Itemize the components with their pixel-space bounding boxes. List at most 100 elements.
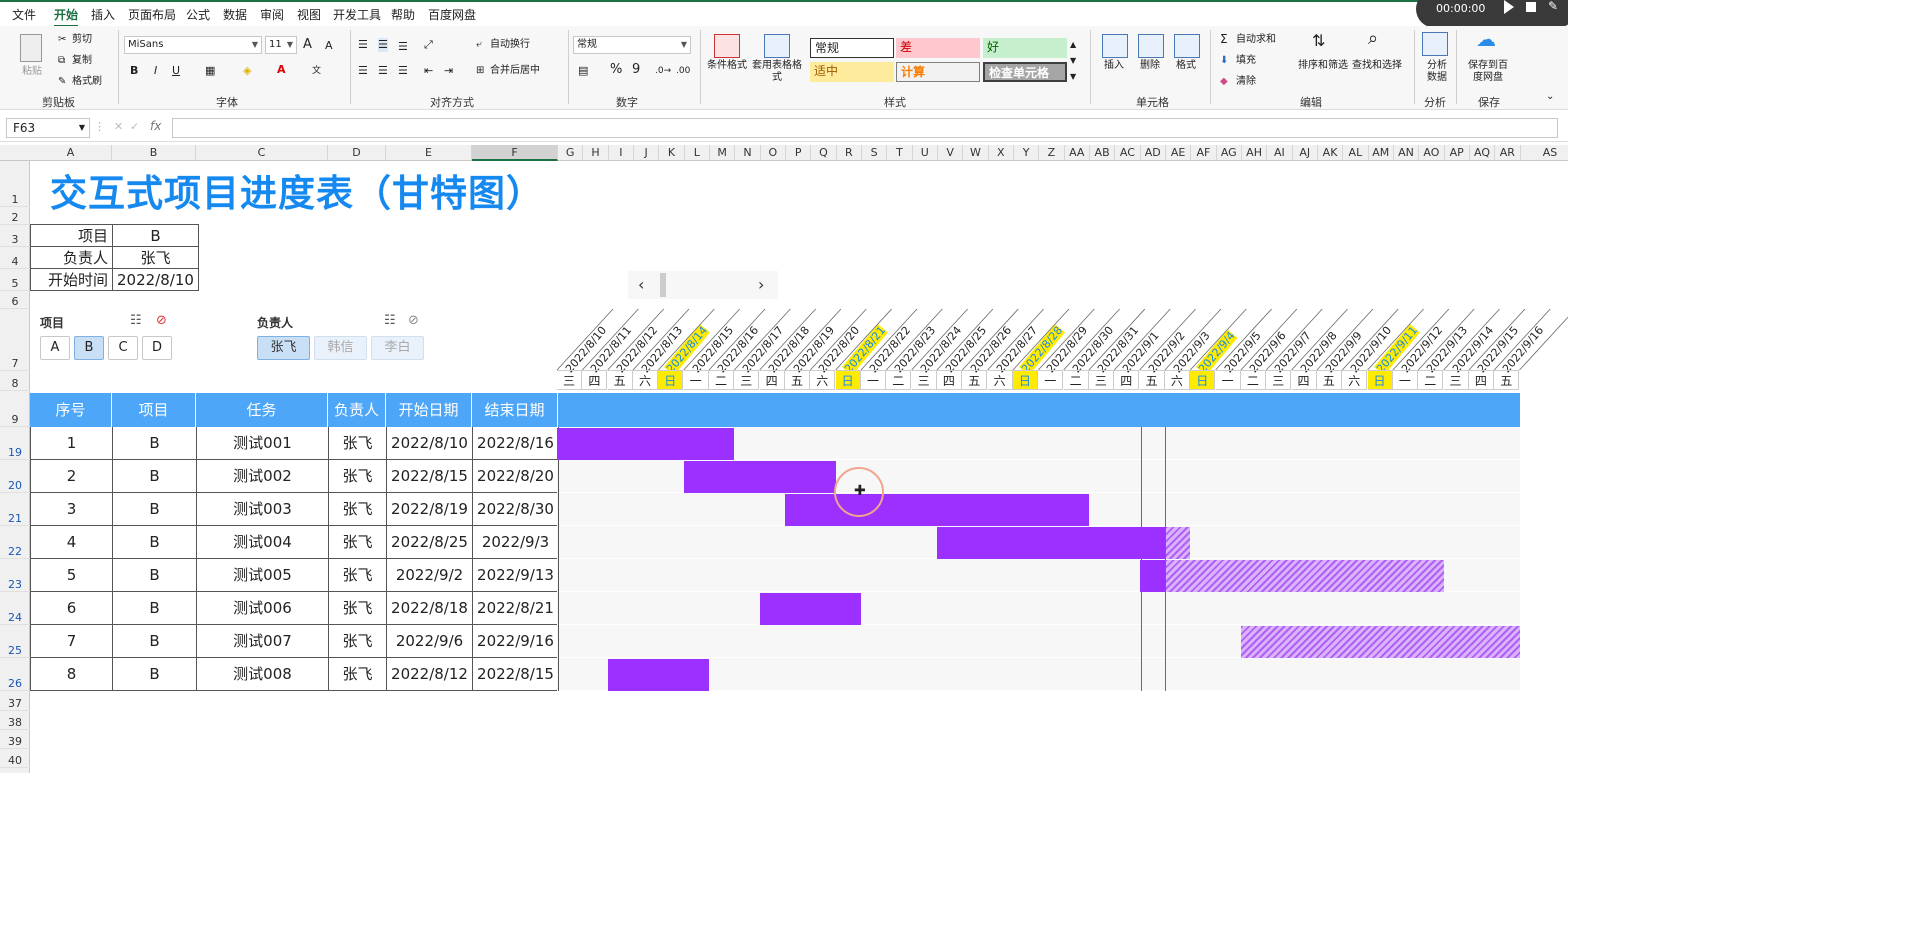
column-header-AE[interactable]: AE: [1166, 145, 1192, 161]
column-header-AL[interactable]: AL: [1343, 145, 1369, 161]
collapse-ribbon-icon[interactable]: ⌄: [1546, 90, 1554, 104]
column-header-AN[interactable]: AN: [1394, 145, 1420, 161]
style-calc[interactable]: 计算: [896, 62, 980, 82]
column-header-G[interactable]: G: [558, 145, 584, 161]
column-header-S[interactable]: S: [862, 145, 888, 161]
cell-no[interactable]: 2: [31, 460, 113, 493]
table-row[interactable]: 6 B 测试006 张飞 2022/8/18 2022/8/21: [30, 592, 559, 625]
column-header-AB[interactable]: AB: [1090, 145, 1116, 161]
orientation-icon[interactable]: ⤢: [424, 38, 433, 52]
cell-owner[interactable]: 张飞: [329, 427, 387, 460]
eraser-icon[interactable]: ◆: [1220, 76, 1228, 88]
table-row[interactable]: 2 B 测试002 张飞 2022/8/15 2022/8/20: [30, 460, 559, 493]
paste-button[interactable]: 粘贴: [22, 66, 42, 78]
info-owner-value[interactable]: 张飞: [112, 246, 199, 269]
cell-start[interactable]: 2022/8/25: [387, 526, 473, 559]
cut-icon[interactable]: ✂: [58, 34, 66, 46]
analyze-data-icon[interactable]: [1422, 32, 1448, 56]
pen-icon[interactable]: ✎: [1548, 0, 1558, 13]
bold-button[interactable]: B: [130, 64, 138, 78]
cell-start[interactable]: 2022/8/12: [387, 658, 473, 691]
cell-start[interactable]: 2022/8/18: [387, 592, 473, 625]
column-header-AJ[interactable]: AJ: [1293, 145, 1318, 161]
column-header-AD[interactable]: AD: [1141, 145, 1166, 161]
merge-center-button[interactable]: 合并后居中: [490, 65, 540, 77]
column-header-AR[interactable]: AR: [1495, 145, 1521, 161]
row-header-24[interactable]: 24: [0, 592, 30, 625]
cell-owner[interactable]: 张飞: [329, 658, 387, 691]
align-center-icon[interactable]: ☰: [378, 64, 388, 78]
copy-button[interactable]: 复制: [72, 55, 92, 67]
save-to-baidu-button[interactable]: 保存到百度网盘: [1466, 60, 1510, 84]
indent-increase-icon[interactable]: ⇥: [444, 64, 453, 78]
indent-decrease-icon[interactable]: ⇤: [424, 64, 433, 78]
column-header-R[interactable]: R: [837, 145, 862, 161]
row-header-25[interactable]: 25: [0, 625, 30, 658]
info-project-value[interactable]: B: [112, 224, 199, 247]
column-header-U[interactable]: U: [913, 145, 938, 161]
cell-start[interactable]: 2022/9/2: [387, 559, 473, 592]
border-icon[interactable]: ▦: [205, 64, 215, 78]
clear-filter-icon[interactable]: ⊘: [156, 313, 167, 328]
info-start-value[interactable]: 2022/8/10: [112, 268, 199, 291]
sort-filter-icon[interactable]: ⇅: [1312, 33, 1325, 49]
column-header-I[interactable]: I: [609, 145, 634, 161]
cell-end[interactable]: 2022/9/16: [473, 625, 559, 658]
cell-start[interactable]: 2022/8/19: [387, 493, 473, 526]
font-size-dropdown[interactable]: 11 ▼: [265, 36, 297, 54]
align-middle-icon[interactable]: ☰: [378, 38, 388, 52]
cell-owner[interactable]: 张飞: [329, 592, 387, 625]
row-header-1[interactable]: 1: [0, 178, 30, 207]
tab-6[interactable]: 审阅: [260, 6, 284, 23]
column-header-M[interactable]: M: [710, 145, 736, 161]
column-header-AS[interactable]: AS: [1521, 145, 1568, 161]
cell-no[interactable]: 5: [31, 559, 113, 592]
table-row[interactable]: 7 B 测试007 张飞 2022/9/6 2022/9/16: [30, 625, 559, 658]
cell-no[interactable]: 7: [31, 625, 113, 658]
cell-task[interactable]: 测试007: [197, 625, 329, 658]
row-header-23[interactable]: 23: [0, 559, 30, 592]
tab-7[interactable]: 视图: [297, 6, 321, 23]
column-header-K[interactable]: K: [659, 145, 685, 161]
column-header-Z[interactable]: Z: [1039, 145, 1065, 161]
cell-start[interactable]: 2022/8/15: [387, 460, 473, 493]
style-good[interactable]: 好: [983, 38, 1067, 58]
row-header-40[interactable]: 40: [0, 749, 30, 768]
cell-project[interactable]: B: [113, 559, 197, 592]
table-row[interactable]: 4 B 测试004 张飞 2022/8/25 2022/9/3: [30, 526, 559, 559]
cell-end[interactable]: 2022/9/13: [473, 559, 559, 592]
formula-input[interactable]: [172, 118, 1558, 138]
cell-project[interactable]: B: [113, 625, 197, 658]
more-icon[interactable]: ▼: [1070, 70, 1076, 84]
tab-9[interactable]: 帮助: [391, 6, 415, 23]
wrap-text-icon[interactable]: ⤶: [476, 39, 482, 51]
row-header-38[interactable]: 38: [0, 711, 30, 730]
conditional-format-button[interactable]: 条件格式: [707, 60, 747, 72]
column-header-AH[interactable]: AH: [1242, 145, 1268, 161]
baidu-cloud-icon[interactable]: ☁: [1476, 29, 1496, 49]
column-header-AI[interactable]: AI: [1267, 145, 1293, 161]
tab-8[interactable]: 开发工具: [333, 6, 381, 23]
table-row[interactable]: 8 B 测试008 张飞 2022/8/12 2022/8/15: [30, 658, 559, 691]
owner-slicer-item-2[interactable]: 李白: [371, 336, 424, 360]
stop-icon[interactable]: [1526, 2, 1536, 12]
column-header-T[interactable]: T: [887, 145, 913, 161]
project-slicer-item-B[interactable]: B: [74, 336, 104, 360]
column-header-AG[interactable]: AG: [1217, 145, 1242, 161]
fill-button[interactable]: 填充: [1236, 55, 1256, 67]
cell-task[interactable]: 测试005: [197, 559, 329, 592]
cell-owner[interactable]: 张飞: [329, 493, 387, 526]
cell-project[interactable]: B: [113, 526, 197, 559]
cell-end[interactable]: 2022/8/21: [473, 592, 559, 625]
tab-2[interactable]: 插入: [91, 6, 115, 23]
cell-project[interactable]: B: [113, 493, 197, 526]
cell-project[interactable]: B: [113, 658, 197, 691]
column-header-F[interactable]: F: [472, 145, 558, 161]
cell-no[interactable]: 6: [31, 592, 113, 625]
row-header-37[interactable]: 37: [0, 692, 30, 711]
column-header-AA[interactable]: AA: [1065, 145, 1090, 161]
row-header-7[interactable]: 7: [0, 309, 30, 371]
sigma-icon[interactable]: Σ: [1220, 33, 1228, 45]
project-slicer-item-C[interactable]: C: [108, 336, 138, 360]
cell-start[interactable]: 2022/9/6: [387, 625, 473, 658]
